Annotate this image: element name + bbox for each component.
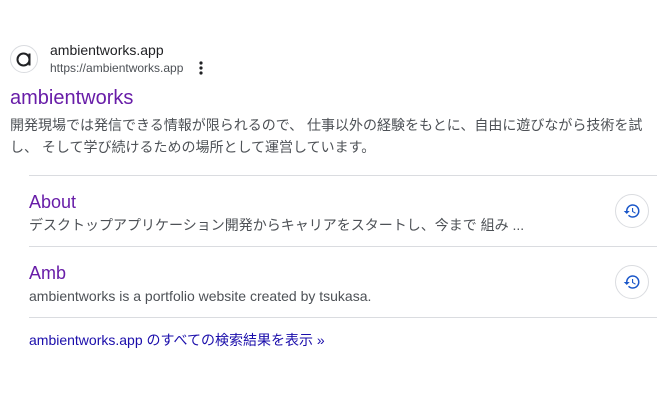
history-button[interactable] [615, 194, 649, 228]
search-result: ambientworks.app https://ambientworks.ap… [0, 0, 667, 401]
site-header: ambientworks.app https://ambientworks.ap… [10, 41, 209, 77]
more-vert-icon[interactable] [193, 59, 209, 77]
sitelinks: About デスクトップアプリケーション開発からキャリアをスタートし、今まで 組… [29, 175, 657, 318]
letter-a-icon [16, 52, 31, 67]
sitelink-description: デスクトップアプリケーション開発からキャリアをスタートし、今まで 組み ... [29, 217, 525, 233]
site-name[interactable]: ambientworks.app [50, 41, 209, 59]
site-url-row: https://ambientworks.app [50, 59, 209, 77]
result-snippet: 開発現場では発信できる情報が限られるので、 仕事以外の経験をもとに、自由に遊びな… [10, 117, 643, 155]
result-title-link[interactable]: ambientworks [10, 86, 133, 110]
sitelink-about: About デスクトップアプリケーション開発からキャリアをスタートし、今まで 組… [29, 176, 657, 246]
history-icon [623, 204, 640, 218]
site-url[interactable]: https://ambientworks.app [50, 59, 183, 77]
sitelink-title[interactable]: About [29, 191, 76, 213]
sitelink-amb: Amb ambientworks is a portfolio website … [29, 247, 657, 317]
divider [29, 317, 657, 318]
site-text: ambientworks.app https://ambientworks.ap… [50, 41, 209, 77]
sitelink-description: ambientworks is a portfolio website crea… [29, 288, 372, 304]
sitelink-title[interactable]: Amb [29, 262, 66, 284]
site-favicon[interactable] [10, 45, 38, 73]
history-icon [623, 275, 640, 289]
history-button[interactable] [615, 265, 649, 299]
more-results-link[interactable]: ambientworks.app のすべての検索結果を表示 » [29, 331, 325, 349]
